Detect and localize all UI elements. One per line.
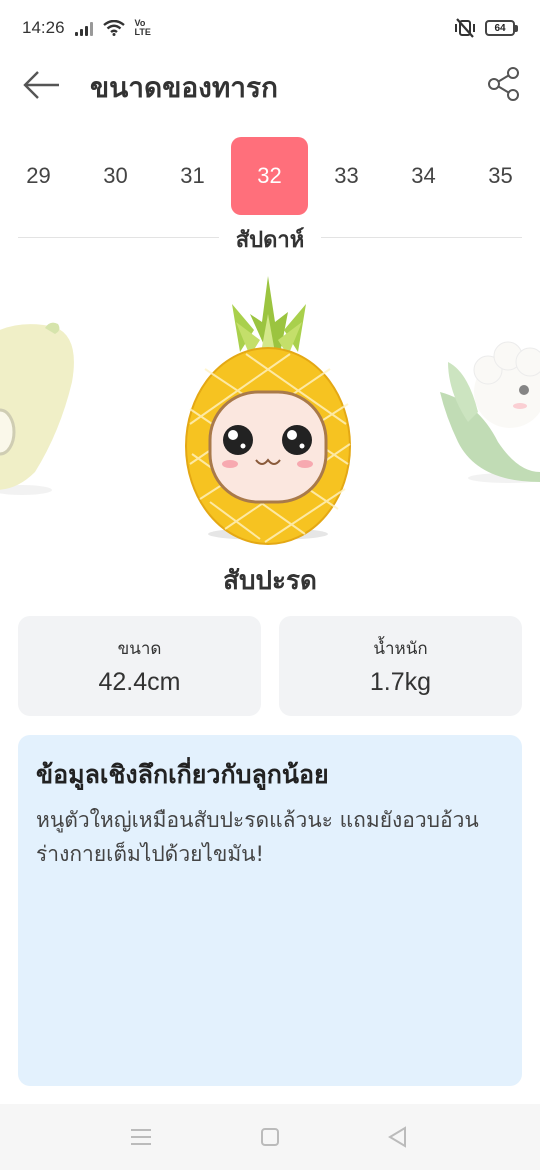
week-item-33[interactable]: 33 [308,137,385,215]
size-card: ขนาด 42.4cm [18,616,261,716]
week-selector: 29 30 31 32 33 34 35 [0,137,540,215]
week-item-34[interactable]: 34 [385,137,462,215]
status-right: 64 [453,18,518,38]
weight-value: 1.7kg [369,668,432,696]
status-time: 14:26 [22,18,65,37]
triangle-back-icon[interactable] [383,1124,413,1150]
previous-fruit-image[interactable] [0,302,90,502]
share-icon[interactable] [486,66,522,102]
square-home-icon[interactable] [255,1124,285,1150]
weight-label: น้ำหนัก [373,639,428,659]
wifi-icon [102,20,125,36]
insight-title: ข้อมูลเชิงลึกเกี่ยวกับลูกน้อย [36,760,329,789]
week-item-32-selected[interactable]: 32 [231,137,308,215]
baby-size-screen: 14:26 Vo LTE 64 ขนาดของทารก 29 30 31 32 … [0,0,540,1170]
battery-level: 64 [485,20,515,36]
week-item-35[interactable]: 35 [462,137,539,215]
battery-icon: 64 [485,20,518,36]
week-unit-label: สัปดาห์ [219,222,321,254]
status-bar: 14:26 Vo LTE 64 [0,0,540,56]
week-item-29[interactable]: 29 [0,137,77,215]
next-fruit-image[interactable] [438,332,540,492]
page-title: ขนาดของทารก [90,71,278,104]
fruit-carousel[interactable] [0,262,540,552]
status-left: 14:26 Vo LTE [22,18,151,38]
volte-line2: LTE [134,27,151,37]
size-value: 42.4cm [98,668,181,696]
weight-card: น้ำหนัก 1.7kg [279,616,522,716]
arrow-left-icon[interactable] [22,68,62,102]
week-item-31[interactable]: 31 [154,137,231,215]
vibrate-mute-icon [455,18,475,38]
app-header: ขนาดของทารก [0,56,540,114]
system-navigation-bar [0,1104,540,1170]
baby-insight-panel: ข้อมูลเชิงลึกเกี่ยวกับลูกน้อย หนูตัวใหญ่… [18,735,522,1086]
size-label: ขนาด [117,639,162,659]
pineapple-icon [185,276,351,545]
fruit-name: สับปะรด [223,566,317,596]
week-item-30[interactable]: 30 [77,137,154,215]
cellular-signal-icon [74,20,93,36]
volte-indicator: Vo LTE [135,19,151,37]
insight-body: หนูตัวใหญ่เหมือนสับปะรดแล้วนะ แถมยังอวบอ… [36,808,479,866]
menu-icon[interactable] [126,1124,156,1150]
